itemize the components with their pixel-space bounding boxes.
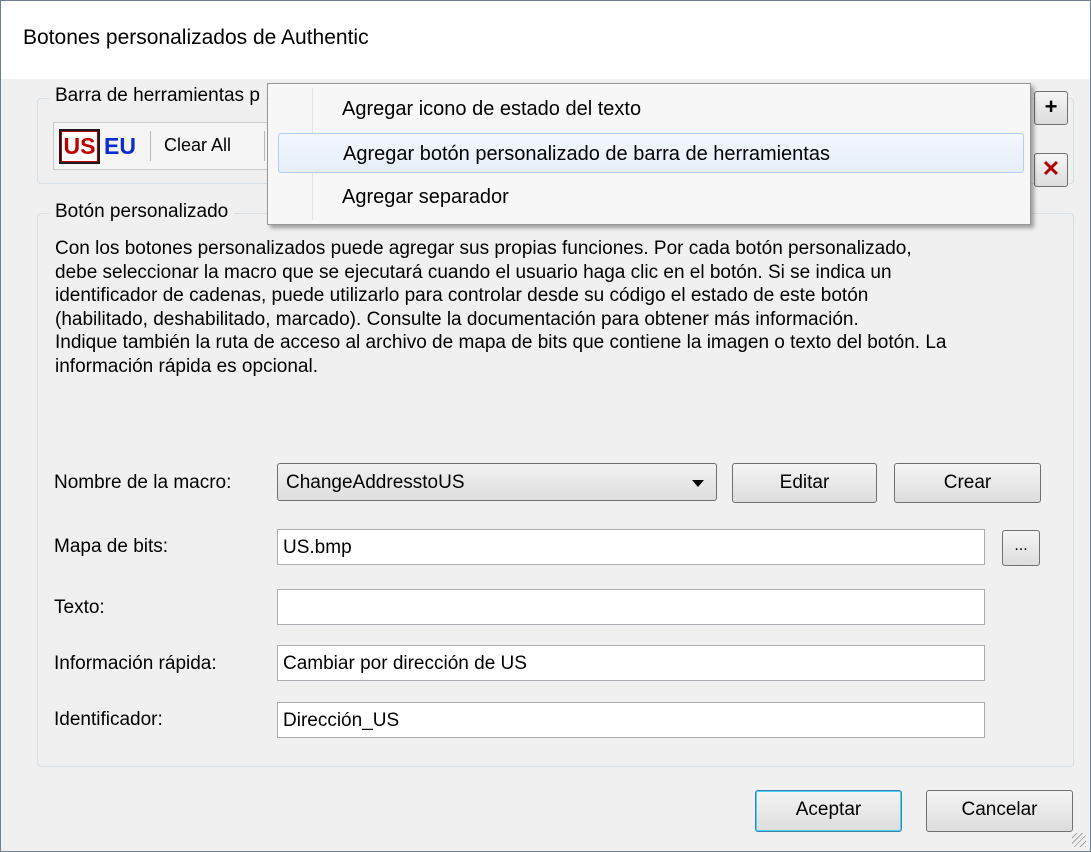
toolbar-separator [150, 131, 151, 161]
bitmap-label: Mapa de bits: [54, 536, 169, 557]
delete-icon: ✕ [1041, 156, 1061, 181]
menu-item-label: Agregar separador [342, 186, 509, 208]
identifier-input[interactable]: Dirección_US [277, 702, 985, 738]
description-line: identificador de cadenas, puede utilizar… [55, 285, 869, 307]
title-bar: Botones personalizados de Authentic [1, 1, 1090, 79]
macro-name-value: ChangeAddresstoUS [286, 472, 465, 493]
add-context-menu: Agregar icono de estado del texto Agrega… [267, 83, 1031, 225]
text-label: Texto: [54, 597, 105, 618]
delete-button[interactable]: ✕ [1034, 153, 1068, 187]
menu-item-add-custom-toolbar-button[interactable]: Agregar botón personalizado de barra de … [278, 133, 1024, 173]
description-line: debe seleccionar la macro que se ejecuta… [55, 261, 892, 283]
resize-grip[interactable] [1072, 833, 1086, 847]
toolbar-separator [264, 131, 265, 161]
toolbar-button-clear-all[interactable]: Clear All [164, 135, 231, 156]
dropdown-arrow-icon [692, 480, 704, 487]
toolbar-preview[interactable]: US EU Clear All [53, 122, 272, 170]
description-line: información rápida es opcional. [55, 355, 318, 377]
menu-item-add-text-state-icon[interactable]: Agregar icono de estado del texto [272, 89, 1024, 129]
macro-name-label: Nombre de la macro: [54, 472, 232, 493]
description-line: (habilitado, deshabilitado, marcado). Co… [55, 308, 859, 330]
browse-bitmap-button[interactable]: ... [1002, 530, 1040, 566]
description-line: Indique también la ruta de acceso al arc… [55, 332, 947, 354]
cancel-button[interactable]: Cancelar [926, 790, 1073, 832]
ok-button[interactable]: Aceptar [755, 790, 902, 832]
menu-item-add-separator[interactable]: Agregar separador [272, 177, 1024, 217]
toolbar-button-eu[interactable]: EU [100, 131, 140, 162]
description-line: Con los botones personalizados puede agr… [55, 238, 912, 259]
menu-item-label: Agregar icono de estado del texto [342, 98, 642, 120]
tooltip-input[interactable]: Cambiar por dirección de US [277, 645, 985, 681]
add-button[interactable]: + [1034, 91, 1068, 125]
identifier-label: Identificador: [54, 709, 163, 730]
window-title: Botones personalizados de Authentic [23, 26, 369, 49]
edit-button[interactable]: Editar [732, 463, 877, 503]
custom-button-group-legend: Botón personalizado [49, 201, 235, 223]
create-button[interactable]: Crear [894, 463, 1041, 503]
plus-icon: + [1044, 94, 1058, 119]
macro-name-select[interactable]: ChangeAddresstoUS [277, 463, 717, 501]
dialog-window: Botones personalizados de Authentic Barr… [0, 0, 1091, 852]
toolbar-button-us[interactable]: US [59, 129, 100, 164]
toolbar-group-legend: Barra de herramientas p [49, 85, 266, 107]
menu-item-label: Agregar botón personalizado de barra de … [343, 143, 830, 165]
tooltip-label: Información rápida: [54, 653, 217, 674]
bitmap-input[interactable]: US.bmp [277, 529, 985, 565]
description-text: Con los botones personalizados puede agr… [55, 237, 1045, 379]
text-input[interactable] [277, 589, 985, 625]
